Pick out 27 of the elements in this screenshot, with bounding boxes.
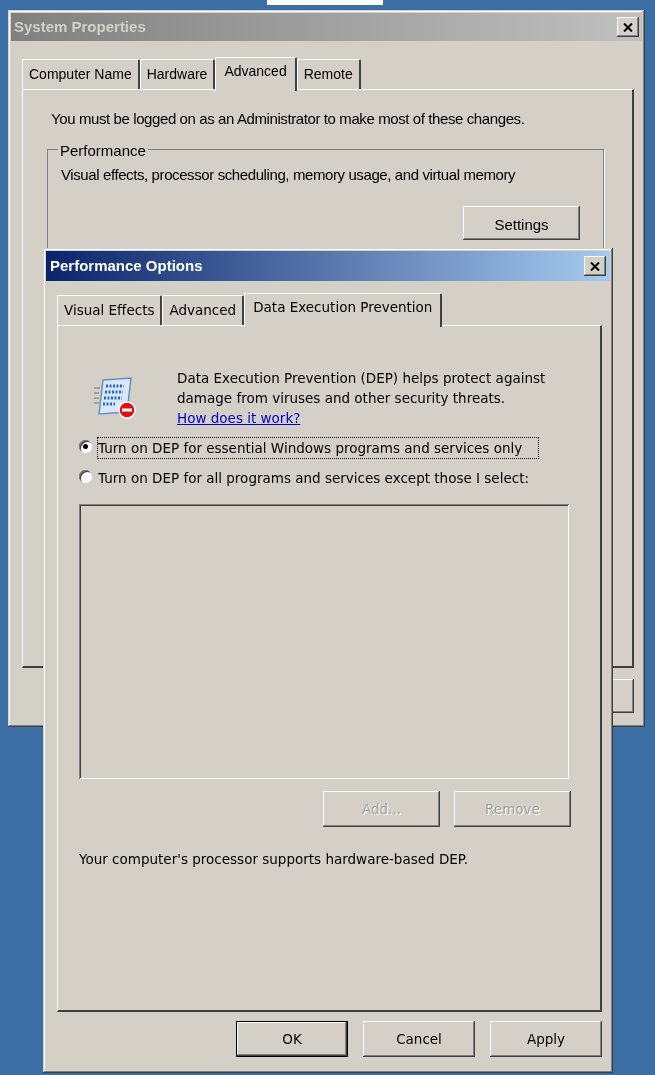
dialog-button[interactable]: Cancel bbox=[363, 1021, 475, 1057]
settings-button[interactable]: Settings bbox=[463, 206, 580, 240]
tab[interactable]: Advanced bbox=[162, 295, 245, 325]
tab[interactable]: Hardware bbox=[139, 59, 216, 89]
radio-label[interactable]: Turn on DEP for all programs and services except those I select: bbox=[98, 468, 538, 488]
close-button[interactable] bbox=[584, 256, 606, 276]
tab[interactable]: Data Execution Prevention bbox=[244, 293, 443, 327]
dep-status: Your computer's processor supports hardware-based DEP. bbox=[79, 850, 470, 869]
close-icon bbox=[623, 22, 633, 32]
tab[interactable]: Advanced bbox=[215, 57, 297, 91]
radio-button[interactable] bbox=[79, 470, 92, 483]
dialog-button[interactable]: OK bbox=[236, 1021, 348, 1057]
close-button[interactable] bbox=[617, 17, 639, 37]
dep-description: Data Execution Prevention (DEP) helps protect against damage from viruses and other security threats. How does it work? bbox=[177, 369, 547, 428]
binary-document-icon bbox=[93, 374, 139, 420]
dialog-button[interactable]: Apply bbox=[490, 1021, 602, 1057]
tab[interactable]: Computer Name bbox=[22, 59, 140, 89]
group-description: Visual effects, processor scheduling, memory usage, and virtual memory bbox=[61, 164, 517, 185]
window-title: Performance Options bbox=[50, 255, 203, 276]
close-icon bbox=[590, 261, 600, 271]
radio-button[interactable] bbox=[79, 440, 92, 453]
admin-notice: You must be logged on as an Administrator to make most of these changes. bbox=[51, 109, 526, 129]
window-title: System Properties bbox=[14, 16, 146, 37]
tab[interactable]: Visual Effects bbox=[57, 295, 163, 325]
help-link[interactable]: How does it work? bbox=[177, 410, 301, 426]
radio-label[interactable]: Turn on DEP for essential Windows programs and services only bbox=[98, 438, 538, 458]
tab[interactable]: Remote bbox=[296, 59, 361, 89]
